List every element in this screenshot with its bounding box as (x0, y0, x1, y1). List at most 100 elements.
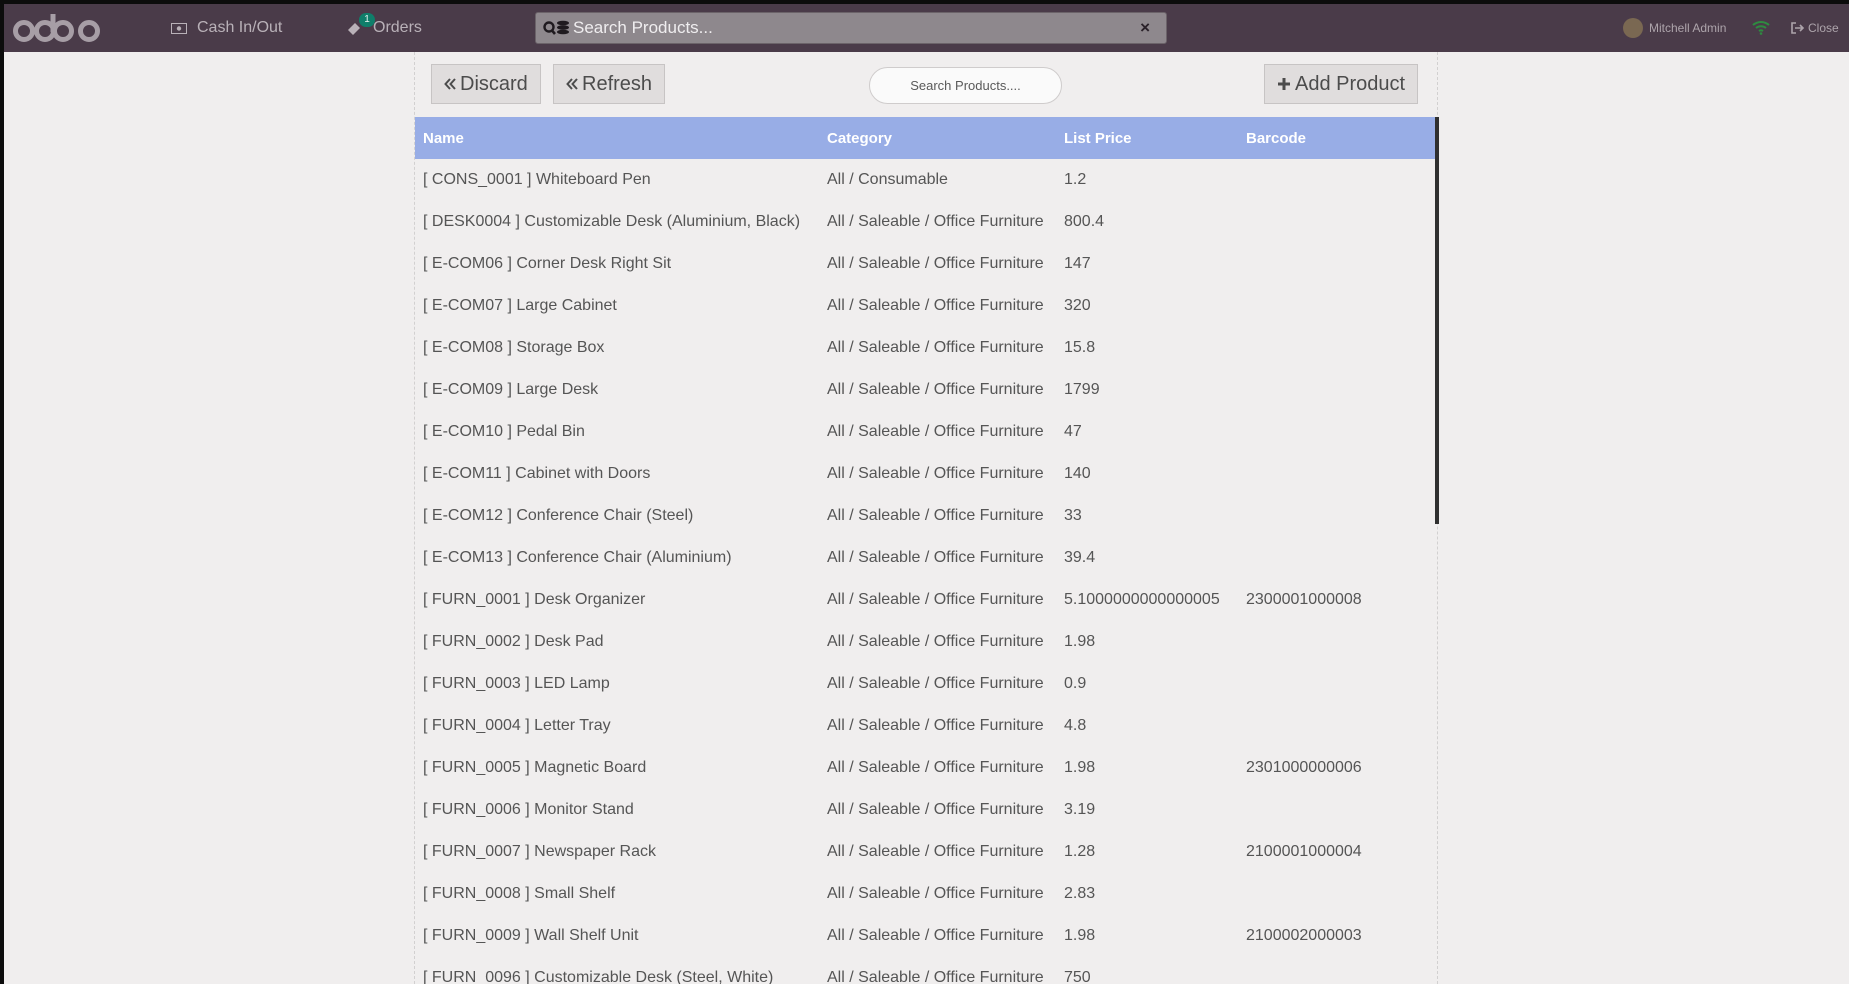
table-row[interactable]: [ E-COM07 ] Large Cabinet All / Saleable … (415, 285, 1435, 327)
column-header-category[interactable]: Category (827, 130, 892, 147)
cell-name: [ FURN_0001 ] Desk Organizer (423, 591, 646, 608)
cell-barcode: 2100001000004 (1246, 843, 1362, 860)
cell-category: All / Saleable / Office Furniture (827, 549, 1044, 566)
cell-category: All / Saleable / Office Furniture (827, 801, 1044, 818)
add-product-button[interactable]: Add Product (1264, 64, 1419, 104)
table-row[interactable]: [ FURN_0002 ] Desk Pad All / Saleable / O… (415, 621, 1435, 663)
refresh-button[interactable]: Refresh (553, 64, 666, 104)
cell-name: [ FURN_0005 ] Magnetic Board (423, 759, 647, 776)
cell-category: All / Saleable / Office Furniture (827, 339, 1044, 356)
table-row[interactable]: [ FURN_0004 ] Letter Tray All / Saleable … (415, 705, 1435, 747)
user-menu[interactable]: Mitchell Admin (1623, 4, 1726, 52)
table-row[interactable]: [ E-COM09 ] Large Desk All / Saleable / O… (415, 369, 1435, 411)
column-header-name[interactable]: Name (423, 130, 464, 147)
table-row[interactable]: [ E-COM11 ] Cabinet with Doors All / Sale… (415, 453, 1435, 495)
refresh-label: Refresh (582, 72, 653, 95)
cell-name: [ E-COM12 ] Conference Chair (Steel) (423, 507, 694, 524)
cell-name: [ CONS_0001 ] Whiteboard Pen (423, 171, 651, 188)
table-row[interactable]: [ E-COM06 ] Corner Desk Right Sit All / S… (415, 243, 1435, 285)
cell-category: All / Saleable / Office Furniture (827, 927, 1044, 944)
double-chevron-left-icon (566, 78, 578, 90)
table-row[interactable]: [ FURN_0005 ] Magnetic Board All / Saleab… (415, 747, 1435, 789)
double-chevron-left-icon (444, 78, 456, 90)
avatar (1623, 18, 1643, 38)
cell-name: [ E-COM09 ] Large Desk (423, 381, 599, 398)
cell-name: [ FURN_0002 ] Desk Pad (423, 633, 604, 650)
discard-label: Discard (460, 72, 528, 95)
cell-list-price: 147 (1064, 255, 1091, 272)
cash-in-out-label: Cash In/Out (197, 19, 283, 36)
table-row[interactable]: [ DESK0004 ] Customizable Desk (Aluminiu… (415, 201, 1435, 243)
cell-list-price: 2.83 (1064, 885, 1096, 902)
product-search-bar[interactable]: Search Products... × (535, 12, 1167, 44)
cell-list-price: 5.1000000000000005 (1064, 591, 1220, 608)
cell-list-price: 15.8 (1064, 339, 1096, 356)
column-header-list-price[interactable]: List Price (1064, 130, 1132, 147)
cell-name: [ E-COM13 ] Conference Chair (Aluminium) (423, 549, 732, 566)
cell-name: [ FURN_0008 ] Small Shelf (423, 885, 616, 902)
window-frame-left (0, 0, 4, 984)
table-row[interactable]: [ E-COM10 ] Pedal Bin All / Saleable / Of… (415, 411, 1435, 453)
user-name: Mitchell Admin (1649, 21, 1727, 35)
cell-list-price: 1.28 (1064, 843, 1096, 860)
cell-name: [ FURN_0006 ] Monitor Stand (423, 801, 634, 818)
cell-list-price: 47 (1064, 423, 1082, 440)
table-row[interactable]: [ FURN_0001 ] Desk Organizer All / Saleab… (415, 579, 1435, 621)
product-search-placeholder: Search Products... (573, 18, 713, 37)
cell-barcode: 2301000000006 (1246, 759, 1362, 776)
cell-list-price: 1.98 (1064, 927, 1096, 944)
table-row[interactable]: [ E-COM08 ] Storage Box All / Saleable / … (415, 327, 1435, 369)
cell-list-price: 320 (1064, 297, 1091, 314)
table-row[interactable]: [ FURN_0009 ] Wall Shelf Unit All / Salea… (415, 915, 1435, 957)
cell-list-price: 750 (1064, 969, 1091, 984)
wifi-icon (1752, 19, 1770, 40)
cell-category: All / Saleable / Office Furniture (827, 969, 1044, 984)
cell-category: All / Saleable / Office Furniture (827, 213, 1044, 230)
discard-button[interactable]: Discard (431, 64, 541, 104)
cell-name: [ E-COM11 ] Cabinet with Doors (423, 465, 651, 482)
table-body: [ CONS_0001 ] Whiteboard Pen All / Consum… (415, 159, 1435, 984)
table-row[interactable]: [ FURN_0096 ] Customizable Desk (Steel, … (415, 957, 1435, 984)
table-row[interactable]: [ FURN_0003 ] LED Lamp All / Saleable / O… (415, 663, 1435, 705)
cell-list-price: 3.19 (1064, 801, 1096, 818)
table-scrollbar[interactable] (1435, 117, 1439, 524)
table-row[interactable]: [ CONS_0001 ] Whiteboard Pen All / Consum… (415, 159, 1435, 201)
cell-list-price: 1799 (1064, 381, 1100, 398)
plus-icon (1277, 77, 1291, 91)
cell-name: [ DESK0004 ] Customizable Desk (Aluminiu… (423, 213, 801, 230)
orders-button[interactable]: 1 Orders (347, 4, 422, 52)
cell-barcode: 2100002000003 (1246, 927, 1362, 944)
cell-list-price: 800.4 (1064, 213, 1105, 230)
cell-list-price: 1.98 (1064, 633, 1096, 650)
table-row[interactable]: [ E-COM12 ] Conference Chair (Steel) All … (415, 495, 1435, 537)
table-row[interactable]: [ FURN_0007 ] Newspaper Rack All / Saleab… (415, 831, 1435, 873)
table-row[interactable]: [ FURN_0008 ] Small Shelf All / Saleable … (415, 873, 1435, 915)
cell-name: [ FURN_0096 ] Customizable Desk (Steel, … (423, 969, 774, 984)
table-row[interactable]: [ E-COM13 ] Conference Chair (Aluminium)… (415, 537, 1435, 579)
cell-name: [ E-COM07 ] Large Cabinet (423, 297, 617, 314)
cell-category: All / Saleable / Office Furniture (827, 255, 1044, 272)
orders-count-badge: 1 (359, 13, 375, 27)
top-navbar: Cash In/Out 1 Orders Search Products... … (4, 4, 1849, 52)
product-table: Name Category List Price Barcode [ CONS_… (415, 117, 1439, 984)
column-header-barcode[interactable]: Barcode (1246, 130, 1306, 147)
add-product-label: Add Product (1295, 72, 1406, 95)
table-row[interactable]: [ FURN_0006 ] Monitor Stand All / Saleabl… (415, 789, 1435, 831)
search-input[interactable] (869, 67, 1062, 104)
orders-label: Orders (373, 19, 422, 36)
cell-category: All / Saleable / Office Furniture (827, 885, 1044, 902)
cell-category: All / Saleable / Office Furniture (827, 633, 1044, 650)
cash-in-out-button[interactable]: Cash In/Out (171, 4, 282, 52)
cell-list-price: 33 (1064, 507, 1082, 524)
clear-search-icon[interactable]: × (1140, 18, 1150, 38)
cell-name: [ E-COM10 ] Pedal Bin (423, 423, 585, 440)
cell-category: All / Consumable (827, 171, 948, 188)
close-session-button[interactable]: Close (1791, 4, 1839, 52)
cell-category: All / Saleable / Office Furniture (827, 759, 1044, 776)
cell-list-price: 4.8 (1064, 717, 1087, 734)
cell-category: All / Saleable / Office Furniture (827, 717, 1044, 734)
cell-category: All / Saleable / Office Furniture (827, 843, 1044, 860)
search-barcode-icon (543, 20, 571, 36)
cell-list-price: 1.98 (1064, 759, 1096, 776)
money-icon (171, 22, 187, 34)
